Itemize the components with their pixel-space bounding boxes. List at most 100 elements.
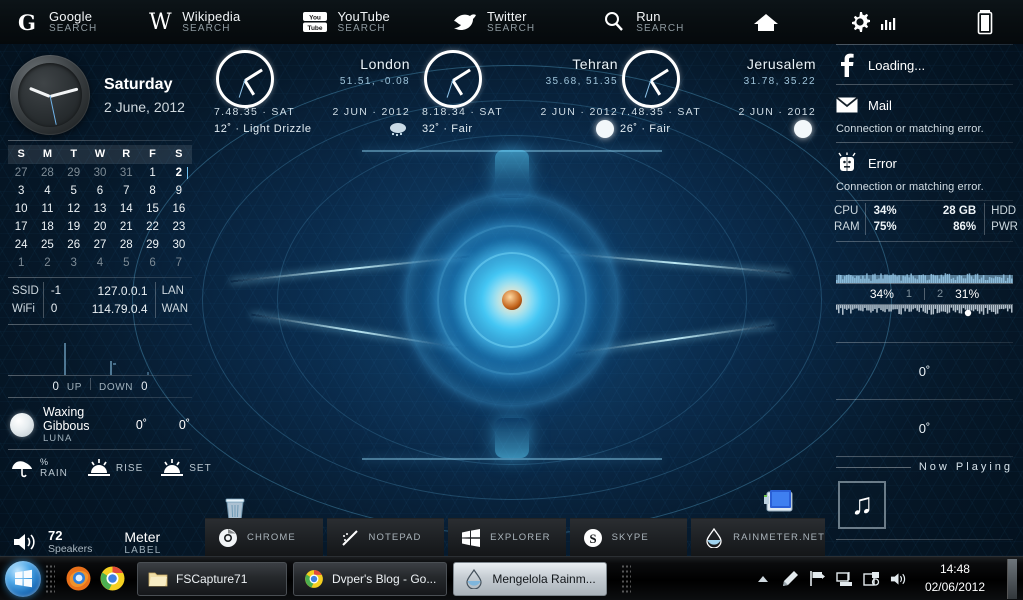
shortcut-settings[interactable] <box>839 0 904 44</box>
calendar-day[interactable]: 30 <box>166 236 192 254</box>
album-art-placeholder[interactable]: ♫ <box>838 481 886 529</box>
network-icon[interactable] <box>836 570 853 587</box>
calendar-day[interactable]: 15 <box>139 200 165 218</box>
calendar-day[interactable]: 2 <box>34 254 60 272</box>
dock-item-rainmeter[interactable]: RAINMETER.NET <box>691 518 826 556</box>
calendar-day[interactable]: 27 <box>8 164 34 182</box>
taskbar-clock[interactable]: 14:48 02/06/2012 <box>917 561 993 596</box>
calendar-day[interactable]: 13 <box>87 200 113 218</box>
tray-grip[interactable] <box>620 563 631 594</box>
calendar-day[interactable]: 31 <box>113 164 139 182</box>
calendar-week-row: 10 11 12 13 14 15 16 <box>8 200 192 218</box>
taskbar-grip[interactable] <box>45 563 55 594</box>
dock-item-skype[interactable]: S SKYPE <box>569 518 688 556</box>
calendar-day[interactable]: 28 <box>113 236 139 254</box>
calendar-day[interactable]: 19 <box>61 218 87 236</box>
core2-percent: 31% <box>955 287 980 301</box>
city-clock-dial <box>216 50 274 108</box>
calendar-day[interactable]: 1 <box>139 164 165 182</box>
calendar-day[interactable]: 17 <box>8 218 34 236</box>
calendar-day[interactable]: 3 <box>8 182 34 200</box>
core2-graph <box>836 304 1013 338</box>
calendar-day[interactable]: 7 <box>113 182 139 200</box>
calendar-day[interactable]: 18 <box>34 218 60 236</box>
calendar-day[interactable]: 14 <box>113 200 139 218</box>
calendar-day[interactable]: 30 <box>87 164 113 182</box>
flag-action-center-icon[interactable] <box>809 570 826 587</box>
pen-icon[interactable] <box>782 570 799 587</box>
search-item-youtube[interactable]: You Tube YouTube SEARCH <box>294 0 398 44</box>
search-item-twitter[interactable]: Twitter SEARCH <box>444 0 543 44</box>
calendar-day[interactable]: 2 <box>166 164 192 182</box>
calendar-day[interactable]: 1 <box>8 254 34 272</box>
city-date-day: 2 JUN <box>332 106 369 118</box>
core2-index: 2 <box>937 288 944 300</box>
clock-date: 02/06/2012 <box>924 579 985 594</box>
computer-icon[interactable] <box>762 487 796 517</box>
calendar-day[interactable]: 22 <box>139 218 165 236</box>
city-coords: 51.51, -0.08 <box>339 76 410 87</box>
hdd-value: 28 GB <box>942 205 977 217</box>
calendar-day[interactable]: 29 <box>139 236 165 254</box>
calendar-header-row: S M T W R F S <box>8 145 192 164</box>
now-playing-header: Now Playing <box>826 457 1023 473</box>
moon-phase: Waxing Gibbous <box>43 405 90 434</box>
calendar-day[interactable]: 8 <box>139 182 165 200</box>
temperature-row-1: 0˚ <box>826 343 1023 399</box>
calendar-day[interactable]: 12 <box>61 200 87 218</box>
weather-city-jerusalem[interactable]: Jerusalem 31.78, 35.22 7.48.35 · SAT 2 J… <box>614 44 822 149</box>
calendar-day[interactable]: 29 <box>61 164 87 182</box>
calendar-day[interactable]: 24 <box>8 236 34 254</box>
calendar-day[interactable]: 5 <box>61 182 87 200</box>
calendar-day[interactable]: 4 <box>34 182 60 200</box>
calendar-day[interactable]: 20 <box>87 218 113 236</box>
dock-item-notepad[interactable]: NOTEPAD <box>326 518 445 556</box>
search-item-title: Wikipedia <box>182 8 241 24</box>
calendar-day[interactable]: 7 <box>166 254 192 272</box>
search-item-run[interactable]: Run SEARCH <box>593 0 692 44</box>
weather-city-tehran[interactable]: Tehran 35.68, 51.35 8.18.34 · SAT 2 JUN … <box>416 44 624 149</box>
core1-percent: 34% <box>869 287 894 301</box>
show-hidden-icons-chevron[interactable] <box>755 570 772 587</box>
weather-city-london[interactable]: London 51.51, -0.08 7.48.35 · SAT 2 JUN … <box>208 44 416 149</box>
dock-item-chrome[interactable]: CHROME <box>205 518 323 556</box>
volume-icon[interactable] <box>12 531 38 553</box>
firefox-icon[interactable] <box>63 564 93 594</box>
safely-remove-icon[interactable] <box>863 570 880 587</box>
calendar-day[interactable]: 6 <box>139 254 165 272</box>
rainmeter-drop-icon <box>464 568 484 589</box>
chrome-icon[interactable] <box>97 564 127 594</box>
taskbar-button-dvpers-blog[interactable]: Dvper's Blog - Go... <box>293 561 448 596</box>
calendar-day[interactable]: 5 <box>113 254 139 272</box>
facebook-widget[interactable]: Loading... <box>826 45 1023 84</box>
windows-start-orb[interactable] <box>5 560 41 597</box>
traffic-sparkline <box>64 343 149 375</box>
taskbar-button-mengelola-rainmeter[interactable]: Mengelola Rainm... <box>453 561 607 596</box>
folder-icon <box>148 570 168 588</box>
show-desktop-button[interactable] <box>1007 558 1017 599</box>
calendar-day[interactable]: 11 <box>34 200 60 218</box>
calendar-day[interactable]: 3 <box>61 254 87 272</box>
volume-icon[interactable] <box>890 570 907 587</box>
calendar-day[interactable]: 28 <box>34 164 60 182</box>
calendar-day[interactable]: 16 <box>166 200 192 218</box>
calendar-day[interactable]: 9 <box>166 182 192 200</box>
dock-item-explorer[interactable]: EXPLORER <box>448 518 566 556</box>
mail-widget[interactable]: Mail Connection or matching error. <box>826 85 1023 142</box>
calendar-day[interactable]: 23 <box>166 218 192 236</box>
shortcut-battery[interactable] <box>964 0 1006 44</box>
moon-sublabel: LUNA <box>43 432 73 444</box>
calendar-day[interactable]: 4 <box>87 254 113 272</box>
calendar-day[interactable]: 10 <box>8 200 34 218</box>
shortcut-home[interactable] <box>745 0 787 44</box>
volume-widget[interactable]: 72 Speakers Meter LABEL <box>0 521 200 557</box>
error-widget[interactable]: Error Connection or matching error. <box>826 143 1023 200</box>
calendar-day[interactable]: 21 <box>113 218 139 236</box>
search-item-wikipedia[interactable]: W Wikipedia SEARCH <box>139 0 248 44</box>
calendar-day[interactable]: 27 <box>87 236 113 254</box>
calendar-day[interactable]: 25 <box>34 236 60 254</box>
taskbar-button-fscapture[interactable]: FSCapture71 <box>137 561 287 596</box>
search-item-google[interactable]: G Google SEARCH <box>6 0 105 44</box>
calendar-day[interactable]: 26 <box>61 236 87 254</box>
calendar-day[interactable]: 6 <box>87 182 113 200</box>
